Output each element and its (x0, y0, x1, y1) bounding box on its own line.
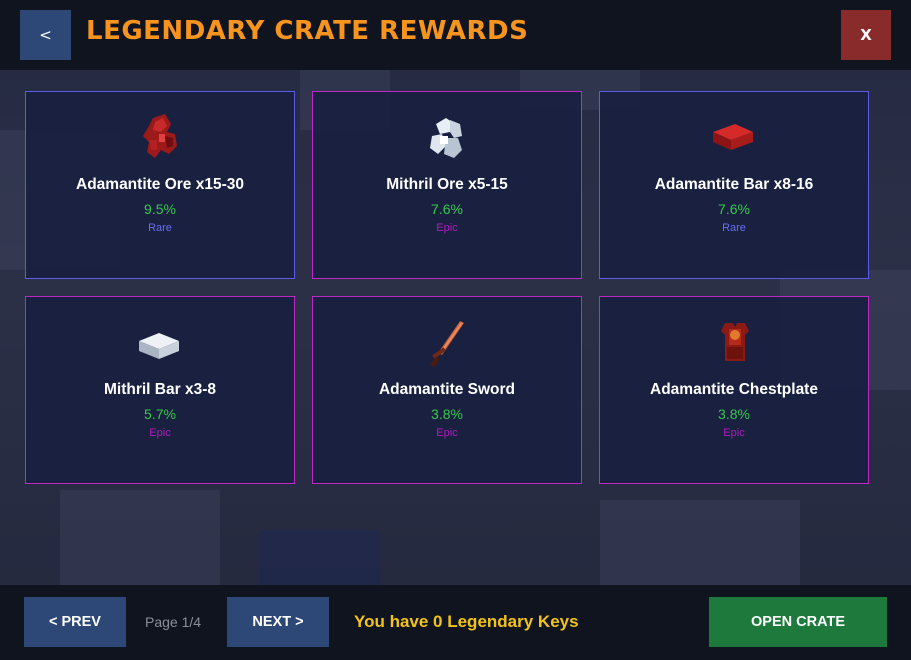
reward-card[interactable]: Adamantite Chestplate 3.8% Epic (599, 296, 869, 484)
reward-rarity: Epic (436, 222, 458, 234)
reward-name: Adamantite Ore x15-30 (76, 176, 244, 193)
adamantite-ore-icon (143, 114, 177, 158)
reward-chance: 7.6% (431, 201, 463, 217)
reward-chance: 7.6% (718, 201, 750, 217)
reward-rarity: Rare (722, 222, 746, 234)
reward-chance: 9.5% (144, 201, 176, 217)
reward-name: Adamantite Sword (378, 381, 516, 398)
reward-card[interactable]: Mithril Ore x5-15 7.6% Epic (312, 91, 582, 279)
reward-card[interactable]: Mithril Bar x3-8 5.7% Epic (25, 296, 295, 484)
mithril-ore-icon (430, 118, 462, 158)
keys-count-text: You have 0 Legendary Keys (354, 612, 579, 631)
reward-card[interactable]: Adamantite Bar x8-16 7.6% Rare (599, 91, 869, 279)
next-page-button[interactable]: NEXT > (227, 597, 329, 647)
reward-chance: 3.8% (431, 406, 463, 422)
reward-rarity: Epic (723, 427, 745, 439)
adamantite-sword-icon (430, 321, 464, 367)
mithril-bar-icon (139, 333, 179, 359)
reward-name: Mithril Bar x3-8 (104, 381, 216, 398)
reward-rarity: Epic (149, 427, 171, 439)
adamantite-chestplate-icon (721, 323, 749, 361)
reward-name: Adamantite Bar x8-16 (654, 176, 814, 193)
reward-name: Mithril Ore x5-15 (386, 176, 508, 193)
prev-page-button[interactable]: < PREV (24, 597, 126, 647)
reward-rarity: Epic (436, 427, 458, 439)
reward-chance: 3.8% (718, 406, 750, 422)
open-crate-button[interactable]: OPEN CRATE (709, 597, 887, 647)
reward-chance: 5.7% (144, 406, 176, 422)
header-bar: < LEGENDARY CRATE REWARDS X (0, 0, 911, 70)
reward-name: Adamantite Chestplate (650, 381, 818, 398)
reward-rarity: Rare (148, 222, 172, 234)
page-indicator: Page 1/4 (145, 614, 202, 630)
close-button[interactable]: X (841, 10, 891, 60)
footer-bar: < PREV Page 1/4 NEXT > You have 0 Legend… (0, 585, 911, 660)
back-button[interactable]: < (20, 10, 71, 60)
reward-card[interactable]: Adamantite Sword 3.8% Epic (312, 296, 582, 484)
reward-card[interactable]: Adamantite Ore x15-30 9.5% Rare (25, 91, 295, 279)
page-title: LEGENDARY CRATE REWARDS (86, 16, 529, 46)
adamantite-bar-icon (713, 124, 753, 150)
